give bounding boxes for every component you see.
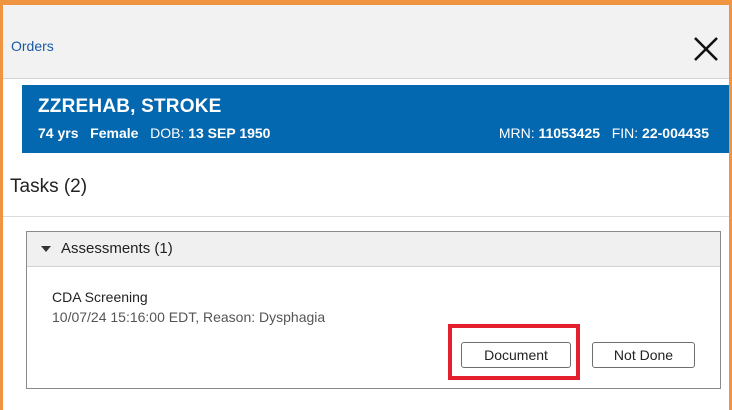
task-group-header[interactable]: Assessments (1) — [27, 232, 720, 267]
divider — [3, 216, 729, 217]
not-done-button[interactable]: Not Done — [592, 342, 695, 368]
close-button[interactable] — [687, 30, 725, 68]
document-button[interactable]: Document — [461, 342, 571, 368]
dob-label: DOB: — [150, 125, 185, 141]
tasks-heading: Tasks (2) — [10, 176, 88, 197]
patient-dob: 13 SEP 1950 — [188, 125, 271, 141]
task-detail: 10/07/24 15:16:00 EDT, Reason: Dysphagia — [52, 309, 326, 325]
close-icon — [694, 37, 718, 61]
title-bar: Orders — [3, 5, 729, 79]
task-name: CDA Screening — [52, 289, 148, 305]
patient-mrn: 11053425 — [538, 125, 601, 141]
patient-name: ZZREHAB, STROKE — [38, 96, 222, 117]
task-group-label: Assessments (1) — [61, 240, 173, 257]
task-group-panel: Assessments (1) CDA Screening 10/07/24 1… — [26, 231, 721, 389]
fin-label: FIN: — [611, 125, 639, 141]
window-title[interactable]: Orders — [11, 38, 54, 54]
patient-sex: Female — [90, 125, 139, 141]
patient-banner: ZZREHAB, STROKE 74 yrs Female DOB: 13 SE… — [22, 85, 729, 153]
mrn-label: MRN: — [498, 125, 535, 141]
patient-identifiers: MRN: 11053425 FIN: 22-004435 — [499, 125, 709, 141]
patient-demographics: 74 yrs Female DOB: 13 SEP 1950 — [38, 125, 270, 141]
patient-fin: 22-004435 — [642, 125, 709, 141]
caret-down-icon[interactable] — [41, 246, 51, 252]
patient-age: 74 yrs — [38, 125, 79, 141]
